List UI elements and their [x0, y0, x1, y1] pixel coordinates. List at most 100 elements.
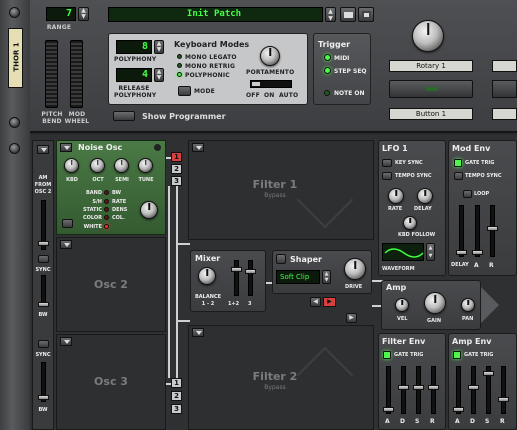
kbd-knob[interactable] [64, 158, 79, 173]
noise-osc-menu-icon[interactable] [154, 144, 161, 151]
lfo1-rate-knob[interactable] [388, 188, 404, 204]
mode-button[interactable] [178, 86, 191, 96]
filter-env-d-fader[interactable] [398, 366, 409, 414]
portamento-knob[interactable] [260, 46, 280, 66]
button-2-partial[interactable] [492, 80, 517, 98]
white-led[interactable] [104, 224, 109, 229]
show-programmer-toggle[interactable] [113, 111, 135, 121]
am-fader[interactable] [38, 200, 49, 250]
amp-pan-knob[interactable] [461, 298, 475, 312]
lfo1-rate-label: RATE [388, 206, 403, 212]
filter-env-gate-trig-led[interactable] [383, 351, 391, 359]
button-1[interactable] [389, 80, 473, 98]
rotary-2-partial[interactable] [492, 60, 517, 72]
amp-env-s-fader[interactable] [483, 366, 494, 414]
osc2-sync-button[interactable] [38, 255, 49, 263]
filter-env-a-fader[interactable] [383, 366, 394, 414]
amp-env-d-fader[interactable] [468, 366, 479, 414]
filter-env-s-fader[interactable] [413, 366, 424, 414]
polyphony-spinner[interactable]: ▲ ▼ [154, 40, 164, 54]
filter-env-a-label: A [385, 418, 390, 425]
mixer-fader-12[interactable] [231, 260, 242, 296]
step-seq-trigger-led[interactable] [324, 67, 331, 74]
route-bottom-3[interactable]: 3 [171, 404, 182, 414]
trigger-title: Trigger [318, 40, 351, 49]
shaper-mode-spinner[interactable]: ▲ ▼ [322, 270, 331, 284]
mod-wheel[interactable] [70, 40, 83, 108]
shaper-enable-button[interactable] [276, 254, 286, 264]
route-right-arrow[interactable]: ▶ [323, 297, 336, 307]
mod-env-tempo-sync-button[interactable] [454, 172, 463, 180]
osc1-collapse-toggle[interactable] [37, 145, 49, 154]
lfo1-waveform-display[interactable] [382, 243, 424, 261]
mono-retrig-led[interactable] [177, 63, 182, 68]
osc2-collapse-toggle[interactable] [60, 240, 72, 249]
route-top-1[interactable]: 1 [171, 152, 182, 162]
filter1-collapse-toggle[interactable] [192, 143, 204, 152]
route-top-2[interactable]: 2 [171, 164, 182, 174]
noise-osc-collapse-toggle[interactable] [60, 143, 72, 152]
tune-knob[interactable] [138, 158, 153, 173]
lfo1-delay-knob[interactable] [417, 188, 433, 204]
open-patch-button[interactable] [340, 7, 356, 22]
lfo1-tempo-sync-button[interactable] [382, 172, 392, 180]
button-2-label-partial[interactable] [492, 108, 517, 120]
patch-spinner[interactable]: ▲ ▼ [325, 7, 336, 22]
band-led[interactable] [104, 190, 109, 195]
osc3-sync-button[interactable] [38, 340, 49, 348]
balance-knob[interactable] [198, 267, 216, 285]
osc2-sync-label: SYNC [35, 267, 51, 273]
mono-legato-led[interactable] [177, 54, 182, 59]
mixer-fader-3[interactable] [245, 260, 256, 296]
portamento-switch[interactable] [250, 80, 292, 88]
osc2-bw-fader[interactable] [38, 275, 49, 307]
sh-led[interactable] [104, 199, 109, 204]
noise-mod-knob[interactable] [140, 201, 158, 219]
filter1-title: Filter 1 [252, 178, 298, 191]
shaper-mode-display[interactable]: Soft Clip [276, 270, 320, 284]
color-led[interactable] [104, 215, 109, 220]
device-name-tag[interactable]: THOR 1 [8, 28, 23, 88]
lfo1-waveform-spinner[interactable]: ▲ ▼ [426, 243, 435, 261]
polyphonic-led[interactable] [177, 72, 182, 77]
osc3-collapse-toggle[interactable] [60, 337, 72, 346]
mod-env-r-fader[interactable] [487, 205, 498, 257]
patch-name-display[interactable]: Init Patch [108, 7, 323, 22]
static-led[interactable] [104, 207, 109, 212]
route-bottom-1[interactable]: 1 [171, 378, 182, 388]
mod-env-loop-button[interactable] [463, 190, 472, 198]
mod-env-title: Mod Env [452, 144, 491, 153]
filter-env-r-fader[interactable] [428, 366, 439, 414]
route-left-arrow[interactable]: ◀ [310, 297, 321, 307]
midi-trigger-led[interactable] [324, 54, 331, 61]
release-polyphony-spinner[interactable]: ▲ ▼ [154, 68, 164, 82]
oct-knob[interactable] [90, 158, 105, 173]
amp-vel-knob[interactable] [395, 298, 409, 312]
route-top-3[interactable]: 3 [171, 176, 182, 186]
mod-env-delay-fader[interactable] [456, 205, 467, 257]
range-spinner[interactable]: ▲ ▼ [78, 7, 89, 21]
mod-env-gate-trig-led[interactable] [454, 159, 462, 167]
noise-osc-extra-button[interactable] [62, 219, 73, 228]
release-polyphony-label: RELEASE POLYPHONY [114, 85, 157, 99]
rotary-1-label-field[interactable]: Rotary 1 [389, 60, 473, 72]
bw-param-label: BW [112, 190, 122, 196]
amp-env-r-fader[interactable] [498, 366, 509, 414]
filter2-collapse-toggle[interactable] [192, 328, 204, 337]
rotary-1-knob[interactable] [412, 20, 444, 52]
button-1-label-field[interactable]: Button 1 [389, 108, 473, 120]
tune-label: TUNE [138, 177, 154, 183]
osc3-bw-fader[interactable] [38, 362, 49, 402]
route-down-arrow[interactable]: ▶ [346, 313, 357, 323]
amp-env-gate-trig-led[interactable] [453, 351, 461, 359]
amp-env-a-fader[interactable] [453, 366, 464, 414]
mod-env-a-fader[interactable] [472, 205, 483, 257]
route-bottom-2[interactable]: 2 [171, 391, 182, 401]
save-patch-button[interactable] [358, 7, 374, 22]
pitch-bend-wheel[interactable] [45, 40, 58, 108]
semi-knob[interactable] [114, 158, 129, 173]
lfo1-kbd-follow-knob[interactable] [403, 216, 417, 230]
lfo1-key-sync-button[interactable] [382, 159, 392, 167]
drive-knob[interactable] [344, 258, 366, 280]
amp-gain-knob[interactable] [424, 292, 446, 314]
